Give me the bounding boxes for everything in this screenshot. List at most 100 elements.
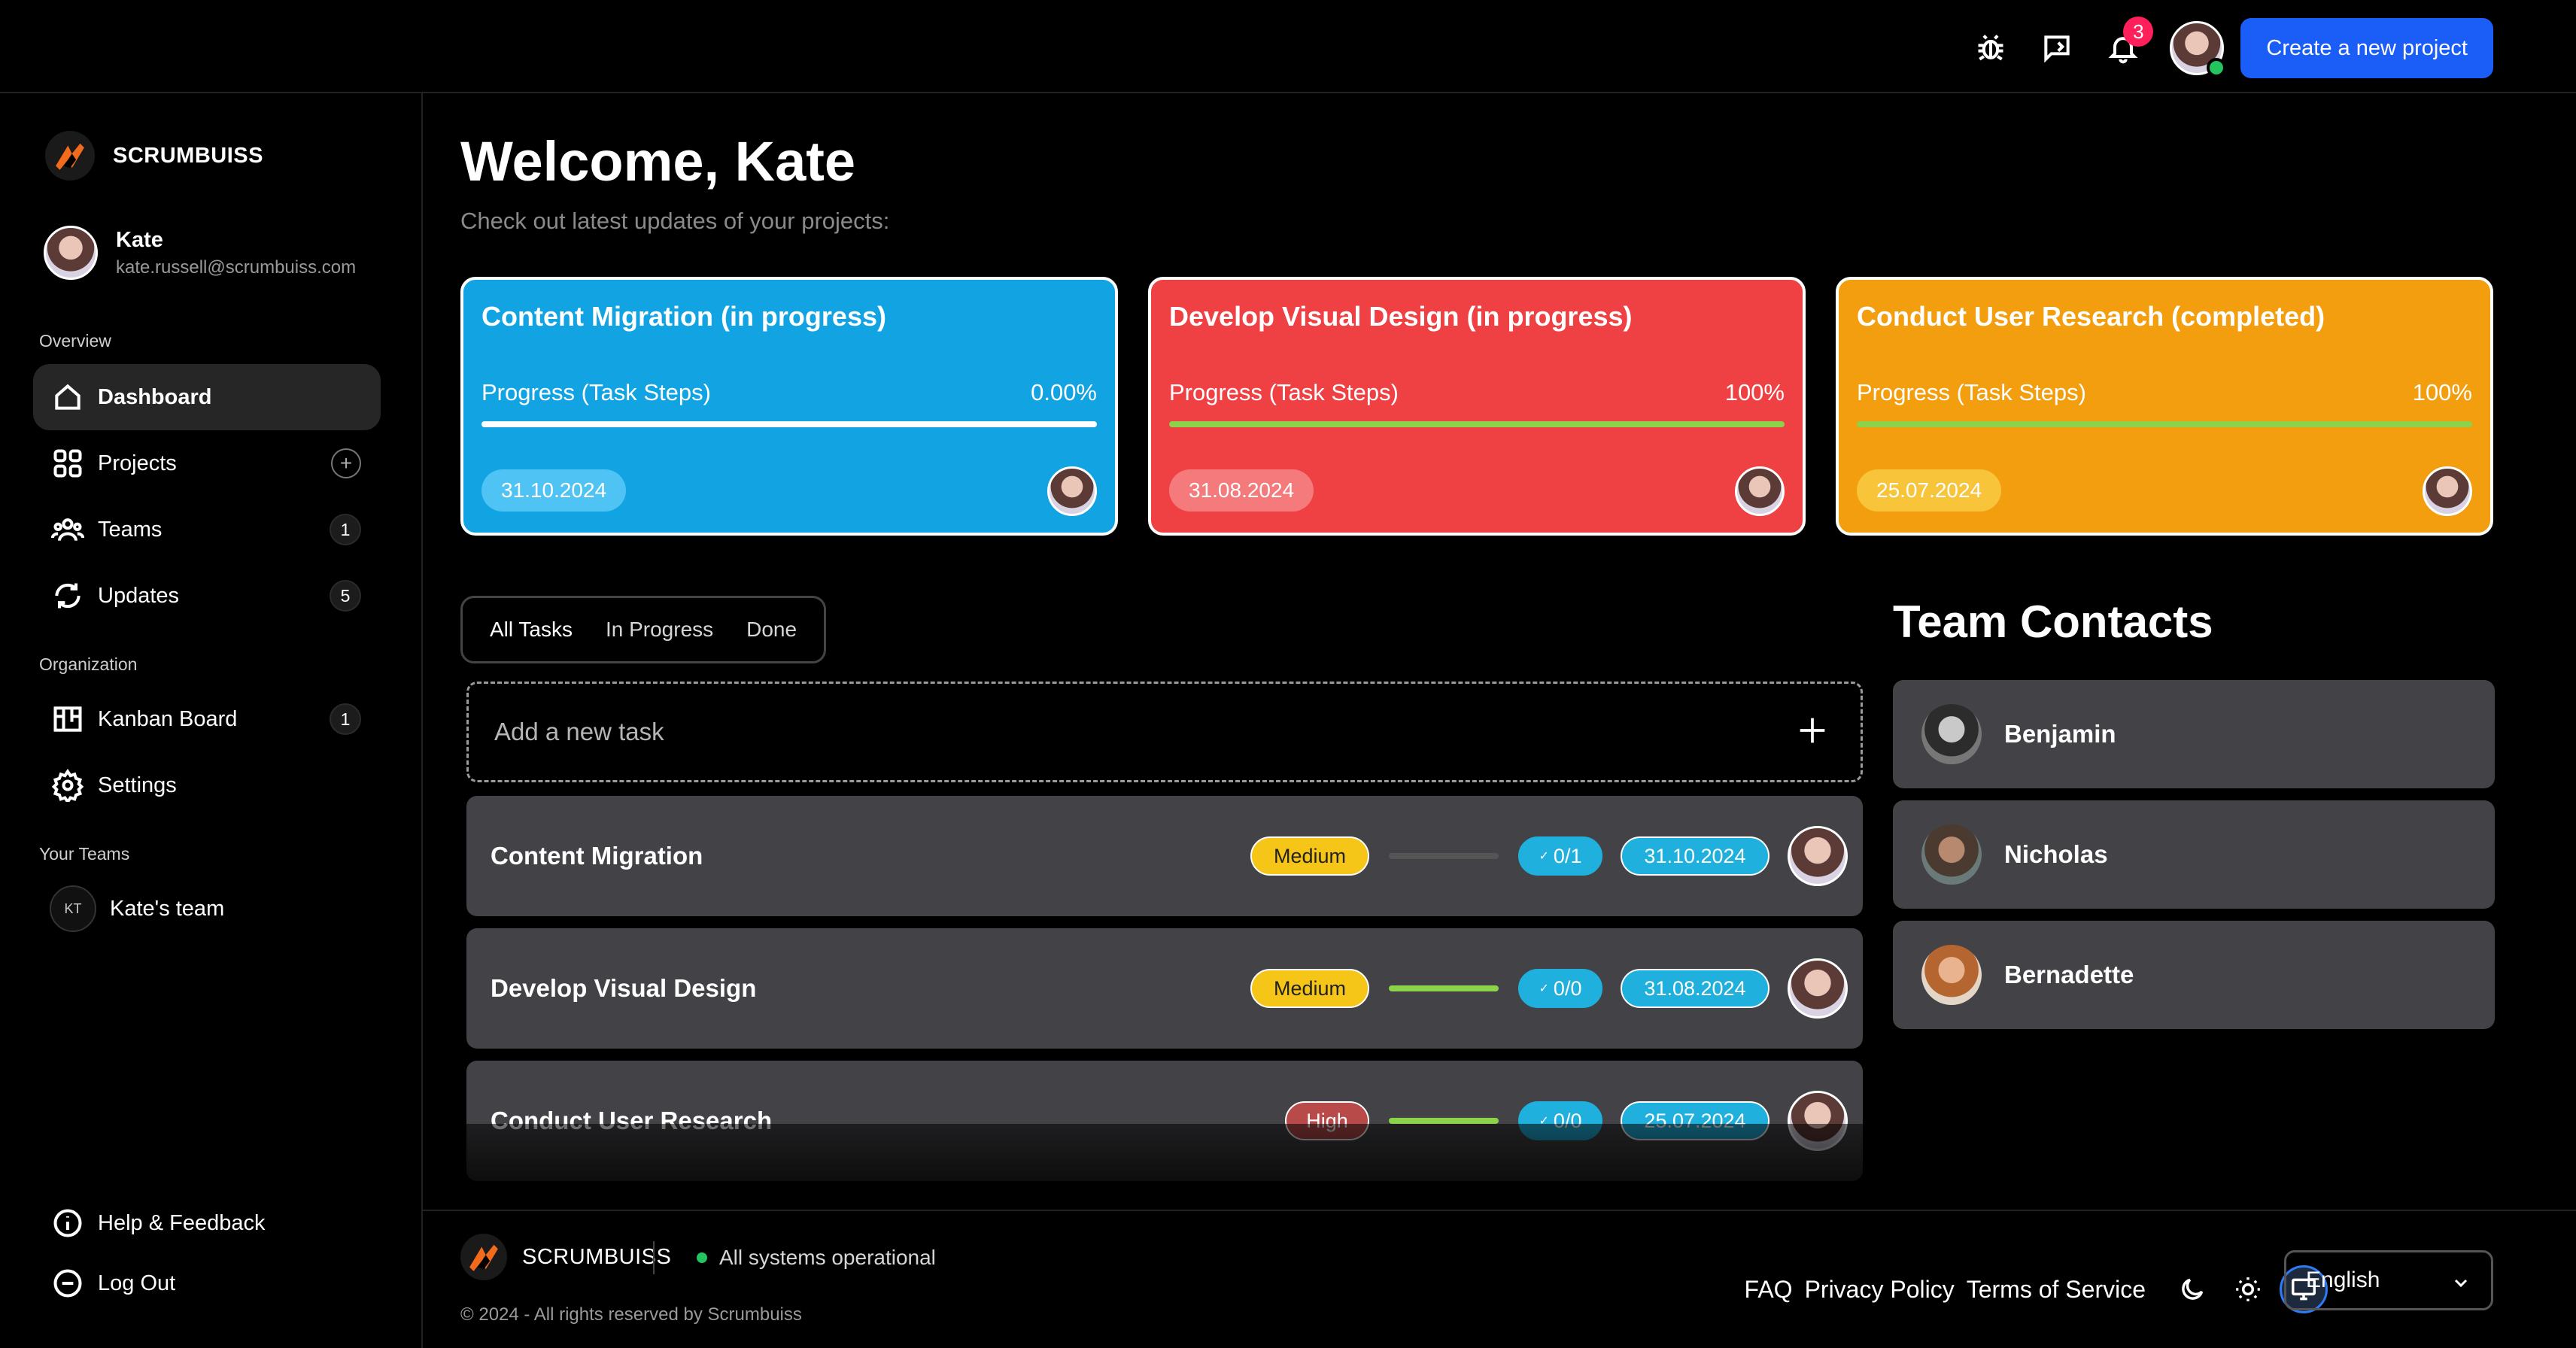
feedback-icon[interactable]	[2024, 15, 2090, 81]
footer-logo[interactable]: SCRUMBUISS	[460, 1234, 671, 1280]
bug-report-icon[interactable]	[1958, 15, 2024, 81]
project-card[interactable]: Conduct User Research (completed) Progre…	[1836, 277, 2493, 536]
nav-label: Teams	[98, 517, 163, 542]
footer-brand-name: SCRUMBUISS	[522, 1244, 672, 1269]
system-status[interactable]: All systems operational	[697, 1246, 936, 1270]
user-avatar[interactable]	[2170, 21, 2227, 77]
add-task-placeholder: Add a new task	[494, 718, 664, 745]
add-project-icon[interactable]: +	[331, 448, 361, 478]
sidebar-user[interactable]: Kate kate.russell@scrumbuiss.com	[44, 226, 356, 280]
kanban-icon	[53, 706, 82, 732]
team-item[interactable]: KT Kate's team	[33, 876, 381, 942]
steps-icon: ✓	[1539, 850, 1549, 863]
add-task-input[interactable]: Add a new task	[466, 682, 1863, 782]
nav-teams[interactable]: Teams 1	[33, 496, 381, 563]
bell-icon[interactable]: 3	[2090, 15, 2156, 81]
brand-logo[interactable]: SCRUMBUISS	[45, 131, 263, 181]
progress-bar	[481, 421, 1097, 427]
brand-name: SCRUMBUISS	[113, 143, 263, 168]
online-indicator	[2207, 58, 2227, 77]
task-filter-tabs: All Tasks In Progress Done	[460, 596, 827, 663]
nav-updates[interactable]: Updates 5	[33, 563, 381, 629]
logo-icon	[45, 131, 95, 181]
refresh-icon	[55, 583, 80, 609]
tab-all-tasks[interactable]: All Tasks	[473, 607, 589, 652]
task-row[interactable]: Conduct User Research High ✓ 0/0 25.07.20…	[466, 1061, 1863, 1181]
nav-log-out[interactable]: Log Out	[33, 1250, 381, 1316]
project-date: 31.08.2024	[1169, 469, 1314, 512]
sun-icon[interactable]	[2224, 1265, 2272, 1313]
language-select[interactable]: English	[2284, 1250, 2493, 1310]
privacy-policy-link[interactable]: Privacy Policy	[1805, 1276, 1955, 1304]
gear-icon	[51, 769, 84, 802]
contact-card[interactable]: Nicholas	[1893, 800, 2495, 909]
team-name: Kate's team	[110, 896, 225, 921]
contact-card[interactable]: Bernadette	[1893, 921, 2495, 1029]
task-steps-badge: ✓ 0/0	[1518, 1101, 1602, 1140]
section-your-teams: Your Teams	[39, 844, 130, 864]
project-member-avatar	[1735, 466, 1785, 516]
steps-icon: ✓	[1539, 1115, 1549, 1128]
task-row[interactable]: Develop Visual Design Medium ✓ 0/0 31.08.…	[466, 928, 1863, 1049]
status-dot-icon	[697, 1252, 707, 1263]
tab-in-progress[interactable]: In Progress	[589, 607, 730, 652]
count-badge: 1	[330, 703, 361, 735]
task-steps: 0/1	[1553, 844, 1582, 867]
plus-icon[interactable]	[1791, 709, 1833, 751]
project-title: Content Migration (in progress)	[481, 301, 886, 332]
project-title: Develop Visual Design (in progress)	[1169, 301, 1633, 332]
count-badge: 5	[330, 580, 361, 612]
main-content: Welcome, Kate Check out latest updates o…	[423, 93, 2576, 1348]
nav-label: Updates	[98, 583, 180, 608]
project-member-avatar	[2423, 466, 2472, 516]
task-steps-badge: ✓ 0/0	[1518, 969, 1602, 1008]
users-icon	[51, 518, 84, 541]
logo-icon	[460, 1234, 507, 1280]
progress-bar	[1857, 421, 2472, 427]
nav-label: Projects	[98, 451, 177, 475]
logout-icon	[53, 1269, 82, 1298]
project-card[interactable]: Content Migration (in progress) Progress…	[460, 277, 1118, 536]
nav-dashboard[interactable]: Dashboard	[33, 364, 381, 430]
moon-icon[interactable]	[2168, 1265, 2216, 1313]
nav-projects[interactable]: Projects +	[33, 430, 381, 496]
task-progress-bar	[1389, 1118, 1499, 1124]
language-value: English	[2306, 1268, 2380, 1292]
section-organization: Organization	[39, 654, 138, 674]
contact-avatar	[1921, 824, 1982, 885]
task-name: Conduct User Research	[491, 1107, 773, 1134]
notification-badge: 3	[2123, 17, 2154, 47]
nav-label: Settings	[98, 773, 177, 797]
nav-help-feedback[interactable]: Help & Feedback	[33, 1190, 381, 1256]
terms-of-service-link[interactable]: Terms of Service	[1967, 1276, 2146, 1304]
sidebar-user-avatar	[44, 226, 98, 280]
team-initials: KT	[50, 885, 96, 932]
top-bar: 3 Create a new project	[0, 0, 2576, 93]
progress-value: 100%	[1724, 379, 1785, 405]
project-card[interactable]: Develop Visual Design (in progress) Prog…	[1148, 277, 1806, 536]
faq-link[interactable]: FAQ	[1745, 1276, 1793, 1304]
footer-links: FAQ Privacy Policy Terms of Service	[1733, 1265, 2328, 1313]
contact-card[interactable]: Benjamin	[1893, 680, 2495, 788]
nav-settings[interactable]: Settings	[33, 752, 381, 818]
progress-label: Progress (Task Steps)	[1857, 379, 2086, 405]
count-badge: 1	[330, 514, 361, 545]
nav-kanban-board[interactable]: Kanban Board 1	[33, 686, 381, 752]
tab-done[interactable]: Done	[730, 607, 813, 652]
user-email: kate.russell@scrumbuiss.com	[116, 257, 357, 278]
home-icon	[55, 384, 80, 410]
team-contacts-title: Team Contacts	[1893, 597, 2213, 647]
project-date: 25.07.2024	[1857, 469, 2002, 512]
due-date-badge: 31.08.2024	[1621, 969, 1769, 1008]
task-row[interactable]: Content Migration Medium ✓ 0/1 31.10.2024	[466, 796, 1863, 916]
page-title: Welcome, Kate	[460, 130, 856, 193]
assignee-avatar	[1788, 958, 1848, 1019]
task-steps: 0/0	[1553, 1109, 1582, 1132]
project-date: 31.10.2024	[481, 469, 627, 512]
progress-label: Progress (Task Steps)	[1169, 379, 1399, 405]
project-member-avatar	[1047, 466, 1097, 516]
grid-icon	[53, 449, 82, 478]
create-project-button[interactable]: Create a new project	[2240, 18, 2493, 78]
chevron-down-icon	[2454, 1279, 2468, 1288]
sidebar: SCRUMBUISS Kate kate.russell@scrumbuiss.…	[0, 93, 423, 1348]
